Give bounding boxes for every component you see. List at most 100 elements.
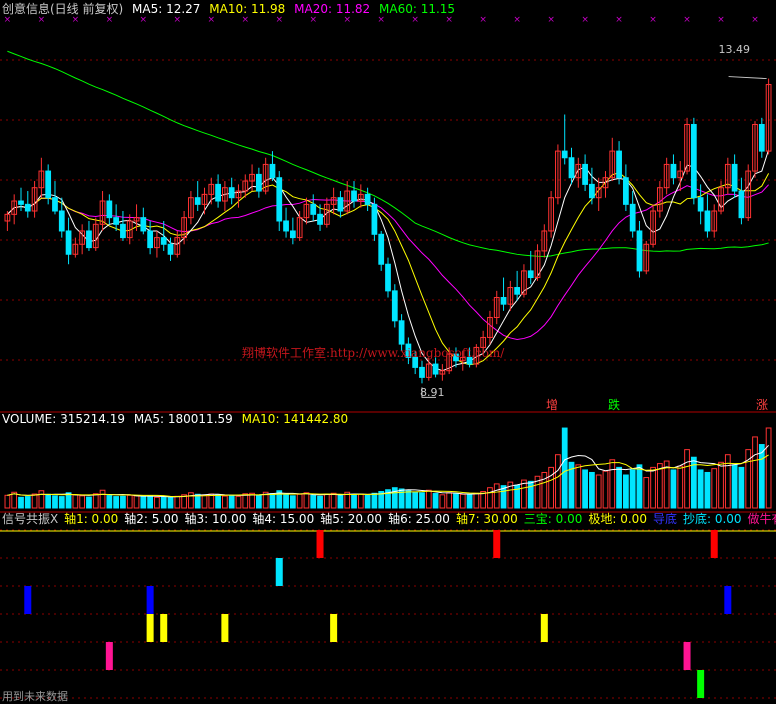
candle-body: [568, 157, 575, 179]
top-cross-marker: ×: [547, 15, 555, 25]
candle-body: [636, 230, 643, 272]
signal-bar: [493, 530, 501, 558]
volume-bar: [337, 495, 344, 509]
signal-bar: [160, 614, 168, 642]
volume-bar: [527, 480, 534, 509]
marker-rise: 涨: [756, 398, 769, 412]
volume-bar: [222, 495, 228, 509]
volume-ma10-value: MA10: 141442.80: [241, 412, 349, 426]
volume-bar: [738, 466, 745, 509]
candle-body: [106, 200, 113, 219]
high-price-label: 13.49: [718, 43, 751, 56]
volume-bar: [473, 492, 480, 509]
signal-bar: [724, 586, 732, 614]
volume-bar: [269, 493, 276, 509]
candle-body: [351, 190, 357, 202]
candle-body: [670, 163, 677, 179]
volume-bar: [228, 495, 235, 509]
top-cross-marker: ×: [513, 15, 521, 25]
top-cross-marker: ×: [411, 15, 419, 25]
volume-bar: [670, 469, 677, 509]
candle-body: [317, 213, 323, 225]
top-cross-marker: ×: [174, 15, 182, 25]
candle-body: [289, 230, 296, 239]
candle-body: [419, 366, 425, 378]
volume-bar: [242, 493, 249, 509]
candle-body: [690, 123, 697, 199]
volume-bar: [765, 427, 772, 509]
signal-bar: [330, 614, 338, 642]
candle-body: [629, 203, 636, 232]
signal-bar: [24, 586, 32, 614]
ma10-value: MA10: 11.98: [209, 2, 286, 16]
volume-bar: [439, 494, 446, 509]
candle-body: [113, 217, 120, 225]
top-cross-marker: ×: [343, 15, 351, 25]
volume-bar: [154, 496, 160, 509]
signal-bar: [105, 642, 113, 670]
volume-bar: [174, 495, 181, 509]
top-cross-marker: ×: [140, 15, 148, 25]
candle-body: [514, 287, 521, 295]
candle-body: [385, 263, 391, 292]
marker-increase: 增: [546, 398, 559, 412]
signal-legend-item: 导底: [652, 512, 677, 526]
top-cross-marker: ×: [242, 15, 250, 25]
signal-legend: 轴1: 0.00 轴2: 5.00 轴3: 10.00 轴4: 15.00 轴5: 20…: [64, 512, 776, 526]
volume-bar: [31, 493, 38, 509]
candle-body: [86, 230, 92, 249]
candle-body: [364, 193, 371, 205]
signal-bar: [540, 614, 548, 642]
candle-body: [24, 203, 31, 212]
volume-bar: [459, 493, 466, 509]
candle-body: [697, 197, 704, 212]
low-price-label: 8.91: [420, 386, 445, 399]
candle-body: [616, 150, 622, 179]
volume-bar: [718, 461, 724, 509]
volume-bar: [371, 492, 378, 509]
top-cross-marker: ×: [4, 15, 12, 25]
top-cross-marker: ×: [717, 15, 725, 25]
volume-bar: [58, 496, 65, 509]
volume-bar: [425, 489, 432, 509]
volume-bar: [643, 477, 650, 509]
top-cross-marker: ×: [309, 15, 317, 25]
volume-bar: [92, 493, 99, 509]
volume-bar: [201, 494, 208, 509]
signal-bar: [221, 614, 229, 642]
volume-bar: [160, 496, 167, 509]
volume-bar: [289, 495, 296, 509]
candle-body: [147, 230, 154, 249]
volume-ma5-line: [7, 444, 769, 498]
marker-fall: 跌: [608, 398, 621, 412]
volume-bar: [731, 464, 738, 509]
signal-bar: [697, 670, 705, 698]
signal-bar: [146, 614, 154, 642]
volume-bar: [405, 490, 412, 509]
candle-body: [391, 290, 398, 322]
volume-bar: [255, 494, 262, 509]
volume-bar: [629, 469, 636, 509]
stock-chart-window: × × × × × × × × × × × × × × × × × × × × × × × 创意信息(日线 前复权) MA5…: [0, 0, 776, 704]
candle-body: [269, 163, 276, 179]
volume-value: VOLUME: 315214.19: [2, 412, 125, 426]
top-cross-marker: ×: [751, 15, 759, 25]
volume-bar: [446, 492, 453, 509]
volume-bar: [120, 495, 126, 509]
volume-bar: [323, 493, 330, 509]
volume-bar: [555, 454, 561, 509]
volume-bar: [126, 494, 133, 509]
volume-bar: [575, 464, 582, 509]
volume-bar: [133, 495, 140, 509]
candle-body: [255, 173, 262, 192]
volume-bar: [548, 466, 554, 509]
volume-bar: [52, 495, 58, 509]
top-cross-marker: ×: [649, 15, 657, 25]
volume-bar: [493, 483, 500, 509]
volume-bar: [432, 493, 439, 509]
signal-legend-item: 轴2: 5.00: [124, 512, 179, 526]
volume-bar: [650, 466, 656, 509]
candle-body: [45, 170, 52, 199]
signal-legend-item: 做牛有末: [747, 512, 776, 526]
volume-bar: [561, 427, 568, 509]
